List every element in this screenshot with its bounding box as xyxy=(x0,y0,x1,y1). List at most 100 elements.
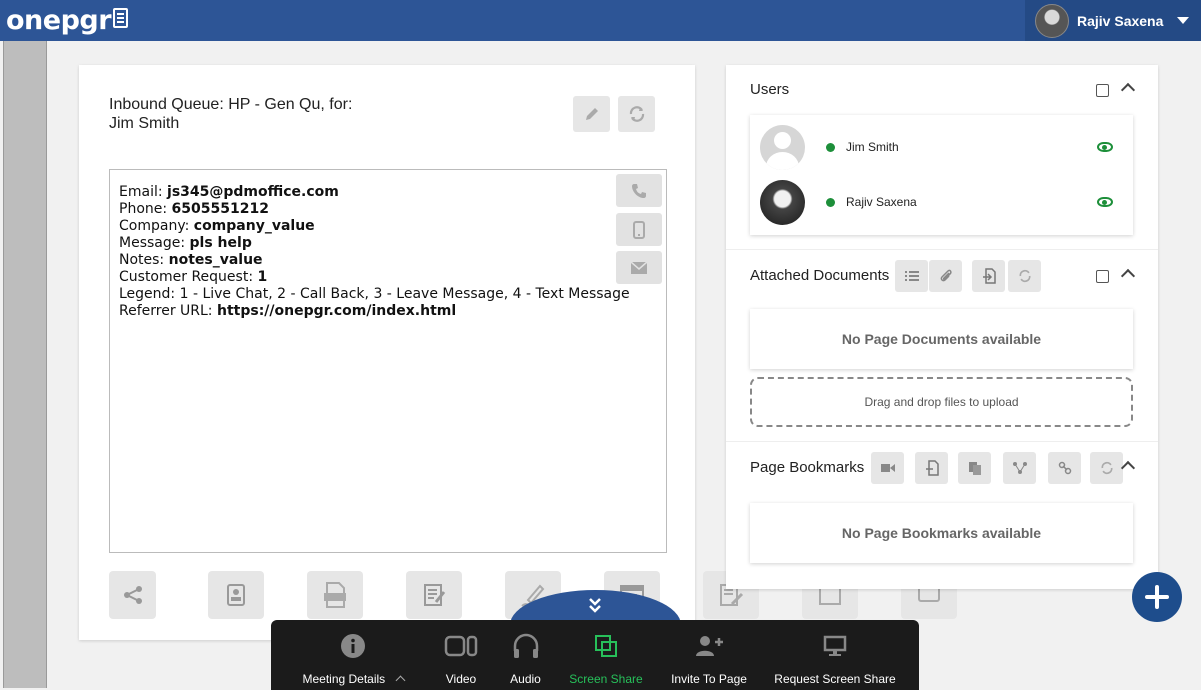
refresh-button[interactable] xyxy=(618,96,655,132)
audio-button[interactable]: Audio xyxy=(503,620,548,690)
copy-bookmark-button[interactable] xyxy=(958,452,991,484)
list-icon xyxy=(904,271,919,281)
paperclip-icon xyxy=(940,269,952,282)
contact-details-box: Email: js345@pdmoffice.com Phone: 650555… xyxy=(109,169,667,553)
video-icon xyxy=(444,635,478,657)
documents-empty-state: No Page Documents available xyxy=(750,309,1133,369)
call-button[interactable] xyxy=(616,174,662,207)
video-camera-icon xyxy=(880,464,895,472)
chevron-up-icon xyxy=(395,675,405,686)
caret-down-icon xyxy=(1177,17,1190,24)
meeting-details-button[interactable]: Meeting Details xyxy=(297,620,409,690)
refresh-icon xyxy=(629,106,644,122)
invite-to-page-button[interactable]: Invite To Page xyxy=(669,620,749,690)
user-menu[interactable]: Rajiv Saxena xyxy=(1025,0,1201,41)
avatar xyxy=(760,179,805,225)
headphones-icon xyxy=(513,633,538,658)
chevron-up-icon[interactable] xyxy=(1120,268,1136,284)
video-bookmark-button[interactable] xyxy=(871,452,904,484)
logo-text: onepgr xyxy=(6,5,112,36)
copy-icon xyxy=(968,462,981,475)
phone-icon xyxy=(632,183,646,198)
chevron-up-icon[interactable] xyxy=(1120,82,1136,98)
file-import-icon xyxy=(982,268,996,284)
divider xyxy=(726,249,1158,250)
import-bookmark-button[interactable] xyxy=(915,452,948,484)
queue-customer-name: Jim Smith xyxy=(109,115,180,132)
request-value: 1 xyxy=(257,269,268,285)
screen-share-label: Screen Share xyxy=(569,672,643,686)
add-button[interactable] xyxy=(1132,572,1182,622)
document-button[interactable] xyxy=(307,571,363,619)
video-label: Video xyxy=(445,672,477,686)
legend-line: Legend: 1 - Live Chat, 2 - Call Back, 3 … xyxy=(119,286,630,302)
notes-value: notes_value xyxy=(168,252,263,268)
share-bookmark-button[interactable] xyxy=(1003,452,1036,484)
link-bookmark-button[interactable] xyxy=(1048,452,1081,484)
online-status-dot xyxy=(826,142,835,152)
users-section-title: Users xyxy=(750,81,790,98)
chevron-up-icon[interactable] xyxy=(1120,460,1136,476)
documents-section-title: Attached Documents xyxy=(750,267,890,284)
sms-button[interactable] xyxy=(616,213,662,246)
referrer-value: https://onepgr.com/index.html xyxy=(216,303,457,319)
refresh-icon xyxy=(1100,461,1113,475)
screen-share-button[interactable]: Screen Share xyxy=(567,620,645,690)
refresh-bookmarks-button[interactable] xyxy=(1090,452,1123,484)
request-screen-share-button[interactable]: Request Screen Share xyxy=(774,620,896,690)
edit-button[interactable] xyxy=(573,96,610,132)
info-icon xyxy=(341,634,365,658)
user-row[interactable]: Jim Smith xyxy=(760,123,1125,171)
referrer-line: Referrer URL: https://onepgr.com/index.h… xyxy=(119,303,657,320)
company-label: Company: xyxy=(119,218,190,234)
share-icon xyxy=(123,586,142,604)
document-list-button[interactable] xyxy=(895,260,928,292)
company-line: Company: company_value xyxy=(119,218,657,235)
refresh-documents-button[interactable] xyxy=(1008,260,1041,292)
import-document-button[interactable] xyxy=(972,260,1005,292)
envelope-icon xyxy=(630,260,648,274)
user-name: Rajiv Saxena xyxy=(846,195,917,209)
add-user-icon xyxy=(696,636,723,656)
eye-icon[interactable] xyxy=(1097,197,1113,207)
contacts-button[interactable] xyxy=(208,571,264,619)
attach-button[interactable] xyxy=(929,260,962,292)
pencil-icon xyxy=(585,108,598,120)
request-screen-share-label: Request Screen Share xyxy=(774,672,896,686)
email-line: Email: js345@pdmoffice.com xyxy=(119,184,657,201)
documents-select-checkbox[interactable] xyxy=(1096,270,1109,283)
email-label: Email: xyxy=(119,184,163,200)
online-status-dot xyxy=(826,197,835,207)
video-button[interactable]: Video xyxy=(437,620,485,690)
message-label: Message: xyxy=(119,235,186,251)
invite-to-page-label: Invite To Page xyxy=(671,672,747,686)
nodes-icon xyxy=(1012,462,1027,474)
file-import-icon xyxy=(925,460,939,476)
audio-label: Audio xyxy=(510,672,541,686)
double-chevron-down-icon xyxy=(589,598,601,613)
email-button[interactable] xyxy=(616,251,662,284)
avatar xyxy=(760,124,805,170)
eye-icon[interactable] xyxy=(1097,142,1113,152)
meeting-details-label: Meeting Details xyxy=(302,672,405,686)
queue-title: Inbound Queue: HP - Gen Qu, for: Jim Smi… xyxy=(109,95,352,133)
phone-value: 6505551212 xyxy=(171,201,269,217)
user-row[interactable]: Rajiv Saxena xyxy=(760,178,1125,226)
file-dropzone[interactable]: Drag and drop files to upload xyxy=(750,377,1133,427)
notes-button[interactable] xyxy=(406,571,462,619)
contact-card-icon xyxy=(227,584,245,606)
share-button[interactable] xyxy=(109,571,156,619)
mobile-icon xyxy=(633,220,645,239)
app-logo[interactable]: onepgr xyxy=(6,5,129,36)
phone-line: Phone: 6505551212 xyxy=(119,201,657,218)
meeting-sidebar-panel: Users Jim Smith Rajiv Saxena Attached Do… xyxy=(726,65,1158,589)
left-sidebar-strip xyxy=(3,41,47,688)
divider xyxy=(726,441,1158,442)
link-icon xyxy=(1058,461,1071,475)
notes-label: Notes: xyxy=(119,252,165,268)
users-select-checkbox[interactable] xyxy=(1096,84,1109,97)
doc-file-icon xyxy=(324,582,346,608)
users-list: Jim Smith Rajiv Saxena xyxy=(750,115,1133,235)
request-label: Customer Request: xyxy=(119,269,254,285)
company-value: company_value xyxy=(193,218,315,234)
